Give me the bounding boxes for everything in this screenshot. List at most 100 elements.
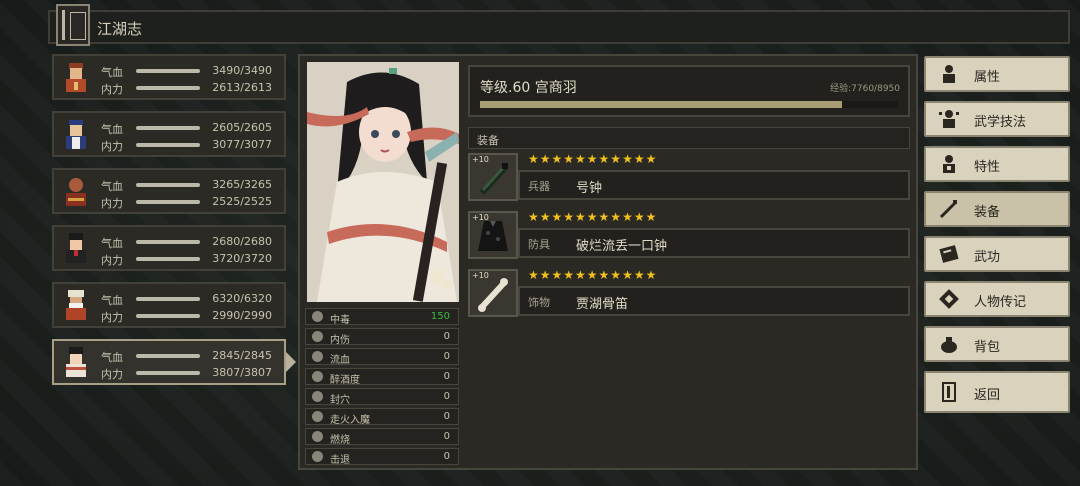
- character-portrait-icon: [66, 63, 86, 92]
- title-bar: [48, 10, 1070, 44]
- hp-label: 气血: [101, 351, 123, 364]
- level-panel: 等级.60 宫商羽 经验:7760/8950: [468, 65, 910, 117]
- mp-value: 2990/2990: [212, 309, 272, 322]
- character-portrait-icon: [66, 290, 86, 320]
- menu-label: 武学技法: [974, 115, 1027, 130]
- hp-label: 气血: [101, 237, 123, 250]
- menu-bag-button[interactable]: 背包: [924, 326, 1070, 362]
- menu-label: 特性: [974, 160, 1001, 175]
- selection-arrow-icon: [286, 352, 296, 372]
- mp-bar: [136, 143, 200, 147]
- enhance-level: +10: [472, 271, 489, 280]
- menu-skills-button[interactable]: 武功: [924, 236, 1070, 272]
- status-row: 击退 0: [305, 448, 459, 466]
- mp-label: 内力: [101, 254, 123, 267]
- status-name: 醉酒度: [330, 375, 360, 386]
- exp-bar: [480, 101, 898, 108]
- book-icon: [56, 4, 90, 46]
- character-card[interactable]: 气血 6320/6320 内力 2990/2990: [52, 282, 286, 328]
- character-portrait-art: [307, 62, 459, 302]
- slot-type-label: 兵器: [528, 180, 550, 193]
- martial-arts-icon: [939, 110, 959, 128]
- character-card[interactable]: 气血 3265/3265 内力 2525/2525: [52, 168, 286, 214]
- trait-icon: [943, 155, 955, 173]
- status-value: 0: [443, 451, 450, 462]
- status-row: 中毒 150: [305, 308, 459, 326]
- blood-drop-icon: [312, 351, 323, 362]
- character-portrait-icon: [66, 233, 86, 263]
- bag-icon: [941, 337, 957, 353]
- mp-value: 3720/3720: [212, 252, 272, 265]
- character-card[interactable]: 气血 2680/2680 内力 3720/3720: [52, 225, 286, 271]
- status-value: 0: [443, 371, 450, 382]
- menu-equipment-button[interactable]: 装备: [924, 191, 1070, 227]
- mp-value: 3807/3807: [212, 366, 272, 379]
- status-name: 燃烧: [330, 435, 350, 446]
- menu-traits-button[interactable]: 特性: [924, 146, 1070, 182]
- weapon-slot[interactable]: +10: [468, 153, 518, 201]
- mp-bar: [136, 200, 200, 204]
- slot-type-label: 防具: [528, 238, 550, 251]
- item-name: 破烂流丢一口钟: [576, 239, 668, 254]
- demon-icon: [312, 411, 323, 422]
- character-card[interactable]: 气血 3490/3490 内力 2613/2613: [52, 54, 286, 100]
- mp-bar: [136, 257, 200, 261]
- hp-label: 气血: [101, 123, 123, 136]
- equipment-header-label: 装备: [477, 134, 499, 147]
- menu-label: 背包: [974, 340, 1001, 355]
- item-name: 贾湖骨笛: [576, 297, 629, 312]
- enhance-level: +10: [472, 155, 489, 164]
- mp-bar: [136, 86, 200, 90]
- hp-bar: [136, 69, 200, 73]
- equipment-icon: [939, 200, 957, 219]
- mp-bar: [136, 314, 200, 318]
- character-portrait-icon: [66, 178, 86, 206]
- weapon-slot-bar[interactable]: 兵器 号钟: [518, 170, 910, 200]
- status-value: 0: [443, 431, 450, 442]
- armor-slot-bar[interactable]: 防具 破烂流丢一口钟: [518, 228, 910, 258]
- armor-slot[interactable]: +10: [468, 211, 518, 259]
- status-row: 封穴 0: [305, 388, 459, 406]
- slot-type-label: 饰物: [528, 296, 550, 309]
- biography-icon: [939, 289, 959, 309]
- hp-label: 气血: [101, 66, 123, 79]
- menu-martial-arts-button[interactable]: 武学技法: [924, 101, 1070, 137]
- mp-label: 内力: [101, 140, 123, 153]
- menu-attributes-button[interactable]: 属性: [924, 56, 1070, 92]
- hp-bar: [136, 183, 200, 187]
- poison-icon: [312, 311, 323, 322]
- status-name: 击退: [330, 455, 350, 466]
- level-and-name: 等级.60 宫商羽: [480, 80, 577, 96]
- item-name: 号钟: [576, 181, 603, 196]
- character-card[interactable]: 气血 2605/2605 内力 3077/3077: [52, 111, 286, 157]
- character-portrait-icon: [66, 120, 86, 149]
- character-portrait-icon: [66, 347, 86, 377]
- attribute-icon: [943, 65, 955, 83]
- mp-label: 内力: [101, 311, 123, 324]
- status-row: 流血 0: [305, 348, 459, 366]
- exp-bar-fill: [480, 101, 843, 108]
- equipment-header: 装备: [468, 127, 910, 149]
- star-rating: ★★★★★★★★★★★: [528, 268, 658, 282]
- knockback-icon: [312, 451, 323, 462]
- star-rating: ★★★★★★★★★★★: [528, 210, 658, 224]
- status-row: 走火入魔 0: [305, 408, 459, 426]
- menu-label: 返回: [974, 388, 1001, 403]
- character-card-selected[interactable]: 气血 2845/2845 内力 3807/3807: [52, 339, 286, 385]
- status-row: 醉酒度 0: [305, 368, 459, 386]
- door-icon: [942, 382, 956, 402]
- menu-label: 装备: [974, 205, 1001, 220]
- status-name: 内伤: [330, 335, 350, 346]
- menu-label: 人物传记: [974, 295, 1027, 310]
- hp-value: 3265/3265: [212, 178, 272, 191]
- accessory-slot-bar[interactable]: 饰物 贾湖骨笛: [518, 286, 910, 316]
- hp-bar: [136, 354, 200, 358]
- hp-bar: [136, 297, 200, 301]
- status-name: 中毒: [330, 315, 350, 326]
- mp-value: 2613/2613: [212, 81, 272, 94]
- accessory-slot[interactable]: +10: [468, 269, 518, 317]
- menu-biography-button[interactable]: 人物传记: [924, 281, 1070, 317]
- wine-icon: [312, 371, 323, 382]
- exp-text: 经验:7760/8950: [830, 84, 900, 94]
- menu-back-button[interactable]: 返回: [924, 371, 1070, 413]
